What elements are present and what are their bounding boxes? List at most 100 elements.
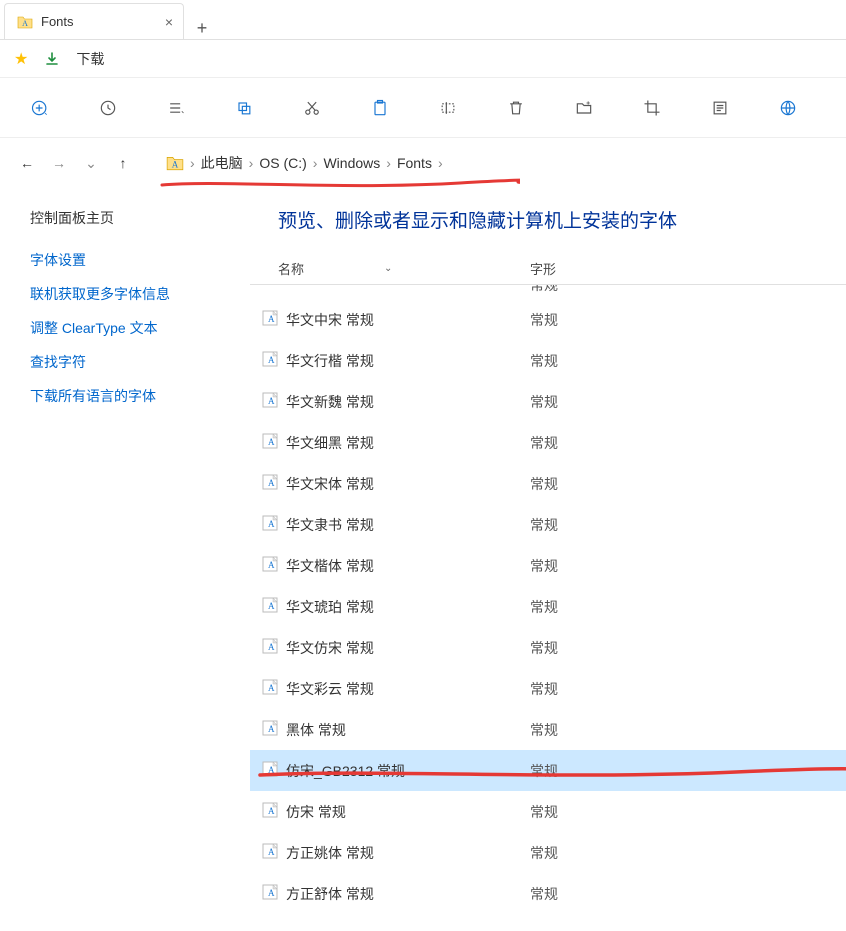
column-headers: 名称 ⌄ 字形 (250, 253, 846, 285)
svg-text:A: A (268, 765, 275, 775)
font-row[interactable]: A黑体 常规常规 (250, 709, 846, 750)
download-label[interactable]: 下载 (76, 49, 104, 69)
sort-indicator-icon[interactable]: ⌄ (384, 263, 392, 274)
font-style: 常规 (530, 515, 650, 535)
svg-text:A: A (268, 642, 275, 652)
toolbar (0, 78, 846, 138)
font-row[interactable]: A华文行楷 常规常规 (250, 340, 846, 381)
font-file-icon: A (262, 515, 278, 534)
nav-recent-icon[interactable]: ⌄ (82, 155, 100, 172)
font-style: 常规 (530, 679, 650, 699)
new-folder-icon[interactable] (572, 96, 596, 120)
font-row[interactable]: A华文细黑 常规常规 (250, 422, 846, 463)
new-item-icon[interactable] (28, 96, 52, 120)
font-style: 常规 (530, 761, 650, 781)
tab-close-icon[interactable]: × (165, 14, 173, 30)
font-row[interactable]: A 华文中宋 常规 常规 (250, 299, 846, 340)
font-file-icon: A (262, 761, 278, 780)
font-name: 华文琥珀 常规 (286, 597, 374, 617)
properties-icon[interactable] (708, 96, 732, 120)
svg-text:A: A (268, 724, 275, 734)
sidebar: 控制面板主页 字体设置 联机获取更多字体信息 调整 ClearType 文本 查… (0, 188, 250, 931)
svg-text:A: A (268, 314, 275, 324)
list-view-icon[interactable] (164, 96, 188, 120)
font-row[interactable]: A仿宋 常规常规 (250, 791, 846, 832)
font-style: 常规 (530, 433, 650, 453)
sidebar-home[interactable]: 控制面板主页 (30, 208, 250, 228)
breadcrumb-sep: › (190, 155, 195, 171)
sidebar-link[interactable]: 调整 ClearType 文本 (30, 318, 250, 338)
delete-icon[interactable] (504, 96, 528, 120)
crop-icon[interactable] (640, 96, 664, 120)
sidebar-link[interactable]: 字体设置 (30, 250, 250, 270)
font-row[interactable]: A华文隶书 常规常规 (250, 504, 846, 545)
font-style: 常规 (530, 392, 650, 412)
font-row[interactable]: A 华文楷体 常规 常规 (250, 545, 846, 586)
sidebar-link[interactable]: 下载所有语言的字体 (30, 386, 250, 406)
folder-fonts-icon: A (166, 154, 184, 172)
font-file-icon: A (262, 433, 278, 452)
font-file-icon: A (262, 556, 278, 575)
font-row[interactable]: A华文新魏 常规常规 (250, 381, 846, 422)
breadcrumb-item[interactable]: Windows (323, 155, 380, 171)
font-name: 华文宋体 常规 (286, 474, 374, 494)
page-heading: 预览、删除或者显示和隐藏计算机上安装的字体 (278, 206, 846, 233)
font-file-icon: A (262, 310, 278, 329)
col-name[interactable]: 名称 (278, 259, 304, 278)
nav-back-icon[interactable]: ← (18, 155, 36, 171)
breadcrumb-item[interactable]: 此电脑 (201, 153, 243, 173)
font-name: 华文彩云 常规 (286, 679, 374, 699)
breadcrumb-sep: › (313, 155, 318, 171)
cut-icon[interactable] (300, 96, 324, 120)
col-style[interactable]: 字形 (530, 259, 650, 278)
font-file-icon: A (262, 843, 278, 862)
history-icon[interactable] (96, 96, 120, 120)
breadcrumb-sep: › (249, 155, 254, 171)
svg-text:A: A (22, 19, 28, 28)
font-file-icon: A (262, 474, 278, 493)
breadcrumb-item[interactable]: Fonts (397, 155, 432, 171)
svg-text:A: A (268, 519, 275, 529)
font-file-icon: A (262, 720, 278, 739)
tab-fonts[interactable]: A Fonts × (4, 3, 184, 39)
font-name: 仿宋 常规 (286, 802, 346, 822)
sidebar-link[interactable]: 查找字符 (30, 352, 250, 372)
font-name: 华文行楷 常规 (286, 351, 374, 371)
favorites-icon[interactable]: ★ (14, 49, 28, 69)
font-row[interactable]: A华文琥珀 常规常规 (250, 586, 846, 627)
font-row[interactable]: A华文仿宋 常规常规 (250, 627, 846, 668)
font-file-icon: A (262, 351, 278, 370)
font-name: 华文中宋 常规 (286, 310, 374, 330)
font-style: 常规 (530, 556, 650, 576)
font-name: 仿宋_GB2312 常规 (286, 761, 405, 781)
font-style: 常规 (530, 720, 650, 740)
copy-icon[interactable] (232, 96, 256, 120)
font-style: 常规 (530, 285, 650, 295)
font-file-icon: A (262, 679, 278, 698)
breadcrumb[interactable]: A › 此电脑 › OS (C:) › Windows › Fonts › (166, 153, 443, 173)
download-icon[interactable] (44, 51, 60, 67)
font-style: 常规 (530, 474, 650, 494)
font-row[interactable]: A 华文宋体 常规 常规 (250, 463, 846, 504)
sidebar-link[interactable]: 联机获取更多字体信息 (30, 284, 250, 304)
font-name: 方正舒体 常规 (286, 884, 374, 904)
rename-icon[interactable] (436, 96, 460, 120)
tab-title: Fonts (41, 14, 74, 29)
nav-up-icon[interactable]: ↑ (114, 155, 132, 171)
folder-fonts-icon: A (17, 14, 33, 30)
font-file-icon: A (262, 802, 278, 821)
font-style: 常规 (530, 310, 650, 330)
font-style: 常规 (530, 884, 650, 904)
font-name: 华文楷体 常规 (286, 556, 374, 576)
font-row[interactable]: A方正姚体 常规常规 (250, 832, 846, 873)
font-style: 常规 (530, 843, 650, 863)
font-row[interactable]: A方正舒体 常规常规 (250, 873, 846, 914)
paste-icon[interactable] (368, 96, 392, 120)
font-row[interactable]: A 华文彩云 常规 常规 (250, 668, 846, 709)
font-file-icon: A (262, 597, 278, 616)
browser-icon[interactable] (776, 96, 800, 120)
new-tab-button[interactable]: + (184, 18, 220, 39)
list-cutoff-top: 常规 (250, 285, 846, 299)
font-row[interactable]: A 仿宋_GB2312 常规 常规 (250, 750, 846, 791)
breadcrumb-item[interactable]: OS (C:) (259, 155, 306, 171)
